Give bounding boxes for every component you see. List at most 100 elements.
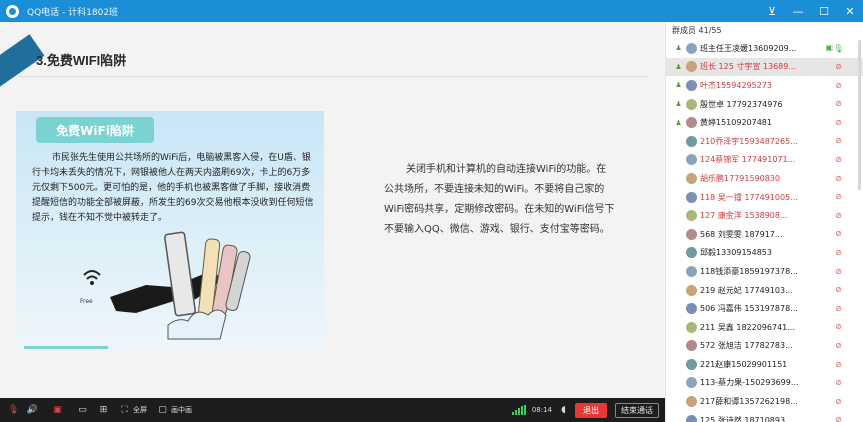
close-button[interactable]: ✕ (837, 0, 863, 22)
pip-button[interactable]: ▢ 画中画 (157, 398, 192, 422)
mic-muted-icon: ⊘ (835, 229, 842, 239)
avatar (686, 358, 697, 370)
slide-divider (18, 76, 648, 77)
minimize-button[interactable]: — (785, 0, 811, 22)
member-name: 219 赵元妃 17749103... (700, 285, 793, 295)
qq-logo-icon (6, 4, 19, 18)
member-row[interactable]: 124蔡锦军 177491071... ⊘ (666, 151, 863, 170)
role-spacer (674, 323, 683, 332)
member-name: 叶杰15594295273 (700, 80, 772, 90)
admin-icon: ♟ (675, 44, 682, 53)
member-row[interactable]: 506 冯嘉伟 153197878... ⊘ (666, 299, 863, 318)
mic-muted-icon: ⊘ (835, 359, 842, 369)
exit-button[interactable]: 退出 (575, 402, 607, 418)
avatar (686, 377, 697, 389)
member-row[interactable]: 572 张旭洁 17782783... ⊘ (666, 337, 863, 356)
avatar (686, 414, 697, 422)
volume-icon-wrap[interactable]: ◖ (558, 398, 569, 422)
signal-strength (511, 398, 526, 422)
mic-muted-icon: ⊘ (835, 99, 842, 109)
member-name: 邱毅13309154853 (700, 248, 772, 258)
admin-icon: ♟ (675, 118, 682, 127)
speaker-button[interactable]: 🔊 (27, 398, 38, 422)
fullscreen-button[interactable]: ⛶ 全屏 (119, 398, 147, 422)
pin-icon[interactable]: ⊻ (759, 0, 785, 22)
member-name: 568 刘雯雯 187917... (700, 229, 783, 239)
admin-icon: ♟ (675, 62, 682, 71)
role-spacer (674, 248, 683, 257)
avatar (686, 42, 697, 54)
qq-call-window: QQ电话 - 计科1802班 ⊻ — ☐ ✕ 3.免费WIFI陷阱 免费WiFi… (0, 0, 863, 422)
mic-muted-icon: ⊘ (835, 117, 842, 127)
avatar (686, 321, 697, 333)
member-row[interactable]: 217薛和谭1357262198... ⊘ (666, 392, 863, 411)
call-duration: 08:14 (532, 398, 552, 422)
member-name: 124蔡锦军 177491071... (700, 155, 796, 165)
member-row[interactable]: ♟ 叶杰15594295273 ⊘ (666, 76, 863, 95)
role-spacer (674, 360, 683, 369)
member-count: 群成员 41/55 (672, 26, 722, 35)
avatar (686, 79, 697, 91)
member-list: ♟ 班主任王凌媛13609209... ▣ 🎙 ♟ 班长 125 寸宇宣 13689...… (666, 39, 863, 422)
avatar (686, 284, 697, 296)
member-row[interactable]: ♟ 殷世卓 17792374976 ⊘ (666, 95, 863, 114)
role-spacer (674, 378, 683, 387)
member-row[interactable]: ♟ 黄婷15109207481 ⊘ (666, 113, 863, 132)
role-spacer (674, 137, 683, 146)
member-row[interactable]: 邱毅13309154853 ⊘ (666, 244, 863, 263)
slide-heading: 3.免费WIFI陷阱 (36, 53, 127, 68)
member-name: 113-蔡力果-150293699... (700, 378, 799, 388)
member-panel: 群成员 41/55 ♟ 班主任王凌媛13609209... ▣ 🎙 ♟ 班长 125 寸宇… (665, 22, 863, 422)
member-name: 黄婷15109207481 (700, 118, 772, 128)
avatar (686, 396, 697, 408)
role-spacer (674, 267, 683, 276)
member-row[interactable]: ♟ 班长 125 寸宇宣 13689... ⊘ (666, 57, 863, 77)
monitor-icon: ▭ (78, 405, 87, 415)
avatar (686, 303, 697, 315)
volume-icon: ◖ (561, 405, 566, 415)
fullscreen-icon: ⛶ (121, 405, 128, 415)
avatar (686, 340, 697, 352)
member-row[interactable]: 127 康金洋 1538908... ⊘ (666, 206, 863, 225)
mic-mute-button[interactable]: 🎙 (8, 398, 19, 422)
layout-button[interactable]: ⊞ (98, 398, 109, 422)
end-call-button[interactable]: 结束通话 (615, 402, 659, 418)
card-accent-bar (24, 346, 108, 349)
speaker-icon: 🔊 (26, 405, 39, 415)
camera-button[interactable]: ▣ (52, 398, 63, 422)
mic-muted-icon: ⊘ (835, 136, 842, 146)
member-name: 210乔泽宇1593487265... (700, 136, 798, 146)
member-name: 殷世卓 17792374976 (700, 99, 783, 109)
role-spacer (674, 416, 683, 422)
avatar (686, 228, 697, 240)
member-row[interactable]: 568 刘雯雯 187917... ⊘ (666, 225, 863, 244)
member-row[interactable]: 211 吴鑫 1822096741... ⊘ (666, 318, 863, 337)
admin-icon: ♟ (675, 100, 682, 109)
member-scrollbar[interactable] (858, 40, 861, 190)
maximize-button[interactable]: ☐ (811, 0, 837, 22)
member-row[interactable]: 118 吴一镭 177491005... ⊘ (666, 188, 863, 207)
mic-muted-icon: ⊘ (835, 62, 842, 72)
member-row[interactable]: ♟ 班主任王凌媛13609209... ▣ 🎙 (666, 39, 863, 58)
camera-on-icon: ▣ (825, 43, 833, 52)
admin-icon: ♟ (675, 81, 682, 90)
role-spacer (674, 211, 683, 220)
free-label: Free (80, 298, 93, 305)
member-row[interactable]: 219 赵元妃 17749103... ⊘ (666, 281, 863, 300)
member-row[interactable]: 221赵康15029901151 ⊘ (666, 355, 863, 374)
member-row[interactable]: 210乔泽宇1593487265... ⊘ (666, 132, 863, 151)
member-row[interactable]: 113-蔡力果-150293699... ⊘ (666, 374, 863, 393)
card-text: 市民张先生使用公共场所的WiFi后，电脑被黑客入侵，在U盾、银行卡均未丢失的情况… (32, 153, 314, 223)
member-name: 572 张旭洁 17782783... (700, 341, 793, 351)
member-row[interactable]: 118钱添豪1859197378... ⊘ (666, 262, 863, 281)
member-name: 211 吴鑫 1822096741... (700, 322, 795, 332)
mic-on-icon: 🎙 (833, 43, 844, 53)
mic-muted-icon: ⊘ (835, 303, 842, 313)
wifi-trap-card: 免费WiFi陷阱 市民张先生使用公共场所的WiFi后，电脑被黑客入侵，在U盾、银… (16, 111, 324, 349)
avatar (686, 98, 697, 110)
share-screen-button[interactable]: ▭ (77, 398, 88, 422)
mic-muted-icon: ⊘ (835, 80, 842, 90)
avatar (686, 210, 697, 222)
member-row[interactable]: 胡乐鹏17791590830 ⊘ (666, 169, 863, 188)
member-row[interactable]: 125 张诗然 18710893... ⊘ (666, 411, 863, 422)
